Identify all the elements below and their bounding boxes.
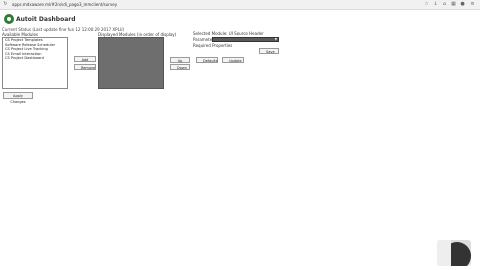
- add-button[interactable]: Add: [74, 56, 96, 62]
- list-item[interactable]: CS Project Dashboard: [3, 56, 67, 61]
- thumbnail-highlight: [437, 240, 451, 266]
- required-properties-label: Required Properties: [193, 43, 233, 48]
- save-button[interactable]: Save: [259, 48, 279, 54]
- remove-button[interactable]: Remove: [74, 64, 96, 70]
- move-down-button[interactable]: Down: [170, 64, 190, 70]
- app-logo: [4, 14, 14, 24]
- address-url[interactable]: apps.mdxaware.ml/#2n/sdi_pago3_mmclient/…: [12, 2, 117, 7]
- profile-icon[interactable]: ●: [460, 2, 465, 7]
- selected-module-heading: Selected Module: UI Source Header: [193, 31, 264, 36]
- displayed-modules-list[interactable]: [98, 37, 164, 89]
- menu-icon[interactable]: ≡: [470, 2, 475, 7]
- parameter-select[interactable]: ▼: [212, 37, 279, 42]
- reload-icon[interactable]: ↻: [3, 2, 8, 7]
- download-icon[interactable]: ↓: [433, 2, 438, 7]
- update-button[interactable]: Update: [222, 57, 244, 63]
- webcam-thumbnail: [437, 240, 471, 266]
- apply-changes-button[interactable]: Apply Changes: [3, 92, 33, 104]
- browser-address-bar: ↻ apps.mdxaware.ml/#2n/sdi_pago3_mmclien…: [0, 0, 480, 10]
- chevron-down-icon: ▼: [274, 37, 277, 41]
- available-modules-list[interactable]: CS Project Templates Software Release Sc…: [2, 37, 68, 89]
- defaults-button[interactable]: Defaults: [196, 57, 218, 63]
- parameter-label: Parameter: [193, 37, 214, 42]
- app-title: Autoit Dashboard: [16, 16, 76, 23]
- move-up-button[interactable]: Up: [170, 57, 190, 63]
- extensions-icon[interactable]: ▦: [451, 2, 456, 7]
- bookmark-star-icon[interactable]: ☆: [424, 2, 429, 7]
- home-icon[interactable]: ⌂: [442, 2, 447, 7]
